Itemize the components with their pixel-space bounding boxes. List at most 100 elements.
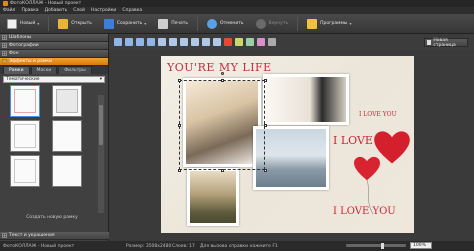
love-text-small[interactable]: I LOVE YOU xyxy=(359,111,397,118)
frame-thumbnail[interactable] xyxy=(52,120,82,152)
chevron-down-icon[interactable]: ▾ xyxy=(349,21,351,26)
frame-category-select[interactable]: Тематические ▾ xyxy=(3,76,105,83)
app-icon xyxy=(3,1,8,6)
main-toolbar: Новый ▾ Открыть Сохранить ▾ Печать Отмен… xyxy=(0,14,474,34)
zoom-knob[interactable] xyxy=(381,242,384,249)
forward-icon[interactable] xyxy=(136,38,144,46)
resize-handle[interactable] xyxy=(263,78,267,82)
menu-add[interactable]: Добавить xyxy=(45,8,68,13)
toolbar-separator xyxy=(297,16,299,31)
status-size: Размер: 3508x2480 xyxy=(126,243,172,249)
send-back-icon[interactable] xyxy=(125,38,133,46)
frame-thumbnail[interactable] xyxy=(10,85,40,117)
toolbar-separator xyxy=(197,16,199,31)
print-button[interactable]: Печать xyxy=(155,17,191,31)
resize-handle[interactable] xyxy=(177,168,181,172)
align-right-icon[interactable] xyxy=(180,38,188,46)
menu-layer[interactable]: Слой xyxy=(73,8,85,13)
menu-settings[interactable]: Настройки xyxy=(91,8,116,13)
resize-handle[interactable] xyxy=(220,168,224,172)
effects-icon[interactable] xyxy=(257,38,265,46)
expand-icon: + xyxy=(2,35,7,40)
redo-button[interactable]: Вернуть xyxy=(253,17,292,31)
chevron-down-icon[interactable]: ▾ xyxy=(37,21,39,26)
frame-thumbnail[interactable] xyxy=(52,85,82,117)
expand-icon: + xyxy=(2,233,7,238)
crop-icon[interactable] xyxy=(235,38,243,46)
menu-help[interactable]: Справка xyxy=(122,8,142,13)
tab-frames[interactable]: Рамки xyxy=(3,66,30,74)
status-hint: Для вызова справки нажмите F1 xyxy=(200,243,278,249)
frame-icon[interactable] xyxy=(246,38,254,46)
resize-handle[interactable] xyxy=(177,78,181,82)
save-icon xyxy=(103,18,114,29)
status-layers: Слоев: 17 xyxy=(172,243,195,249)
menu-edit[interactable]: Правка xyxy=(21,8,38,13)
align-middle-icon[interactable] xyxy=(202,38,210,46)
thumbnail-scrollbar[interactable] xyxy=(98,95,104,213)
expand-icon: + xyxy=(2,43,7,48)
align-bottom-icon[interactable] xyxy=(213,38,221,46)
subtab-bar: Рамки Маски Фильтры xyxy=(0,66,108,74)
page-title-text[interactable]: YOU'RE MY LIFE xyxy=(167,61,272,74)
expand-icon: + xyxy=(2,51,7,56)
edit-toolbar xyxy=(110,34,474,50)
zoom-field[interactable]: 100% xyxy=(410,242,432,249)
delete-icon[interactable] xyxy=(224,38,232,46)
align-left-icon[interactable] xyxy=(158,38,166,46)
page-add-icon xyxy=(427,40,432,45)
new-file-icon xyxy=(7,18,17,29)
window-title: ФотоКОЛЛАЖ - Новый проект xyxy=(10,1,82,6)
new-page-button[interactable]: Новая страница xyxy=(424,38,468,48)
zoom-slider[interactable] xyxy=(346,242,406,249)
menu-file[interactable]: Файл xyxy=(3,8,15,13)
bring-front-icon[interactable] xyxy=(114,38,122,46)
undo-icon xyxy=(207,18,218,29)
status-project: ФотоКОЛЛАЖ - Новый проект xyxy=(3,243,75,249)
section-background[interactable]: + Фон xyxy=(0,50,108,58)
rotate-handle[interactable] xyxy=(220,72,224,75)
align-center-icon[interactable] xyxy=(169,38,177,46)
title-bar: ФотоКОЛЛАЖ - Новый проект xyxy=(0,0,474,7)
resize-handle[interactable] xyxy=(220,78,224,82)
tab-masks[interactable]: Маски xyxy=(30,66,58,74)
frame-thumbnails xyxy=(10,85,98,187)
photo-couple-portrait[interactable] xyxy=(263,74,349,125)
save-button[interactable]: Сохранить ▾ xyxy=(101,17,149,31)
programs-icon xyxy=(307,18,318,29)
frame-thumbnail[interactable] xyxy=(10,120,40,152)
photo-couple-field[interactable] xyxy=(187,168,239,226)
folder-icon xyxy=(58,18,69,29)
align-top-icon[interactable] xyxy=(191,38,199,46)
section-photos[interactable]: + Фотографии xyxy=(0,42,108,50)
left-sidebar: + Шаблоны + Фотографии + Фон − Эффекты и… xyxy=(0,34,109,241)
chevron-down-icon: ▾ xyxy=(99,77,102,82)
frame-thumbnail[interactable] xyxy=(10,155,40,187)
resize-handle[interactable] xyxy=(263,168,267,172)
tab-filters[interactable]: Фильтры xyxy=(58,66,92,74)
programs-button[interactable]: Программы ▾ xyxy=(304,17,354,31)
menu-bar: Файл Правка Добавить Слой Настройки Спра… xyxy=(0,7,474,14)
frame-thumbnail[interactable] xyxy=(52,155,82,187)
printer-icon xyxy=(158,18,169,29)
collapse-icon: − xyxy=(2,59,7,64)
selection-box xyxy=(179,80,265,170)
toolbar-separator xyxy=(48,16,50,31)
open-button[interactable]: Открыть xyxy=(55,17,95,31)
undo-button[interactable]: Отменить xyxy=(204,17,246,31)
section-effects-frames[interactable]: − Эффекты и рамки xyxy=(0,58,108,66)
chevron-down-icon[interactable]: ▾ xyxy=(144,21,146,26)
scrollbar-thumb[interactable] xyxy=(99,105,103,145)
section-templates[interactable]: + Шаблоны xyxy=(0,34,108,42)
love-text-mid[interactable]: I LOVE xyxy=(333,134,373,147)
section-text-decorations[interactable]: + Текст и украшения xyxy=(0,232,109,240)
create-frame-button[interactable]: Создать новую рамку xyxy=(22,214,82,221)
resize-handle[interactable] xyxy=(177,123,181,127)
collage-page[interactable]: YOU'RE MY LIFE I LOVE YOU I LOVE I LOVE … xyxy=(161,56,414,233)
properties-gear-icon[interactable] xyxy=(268,38,276,46)
heart-string-line xyxy=(366,179,374,215)
resize-handle[interactable] xyxy=(263,123,267,127)
backward-icon[interactable] xyxy=(147,38,155,46)
redo-icon xyxy=(255,18,266,29)
new-button[interactable]: Новый ▾ xyxy=(4,17,42,31)
